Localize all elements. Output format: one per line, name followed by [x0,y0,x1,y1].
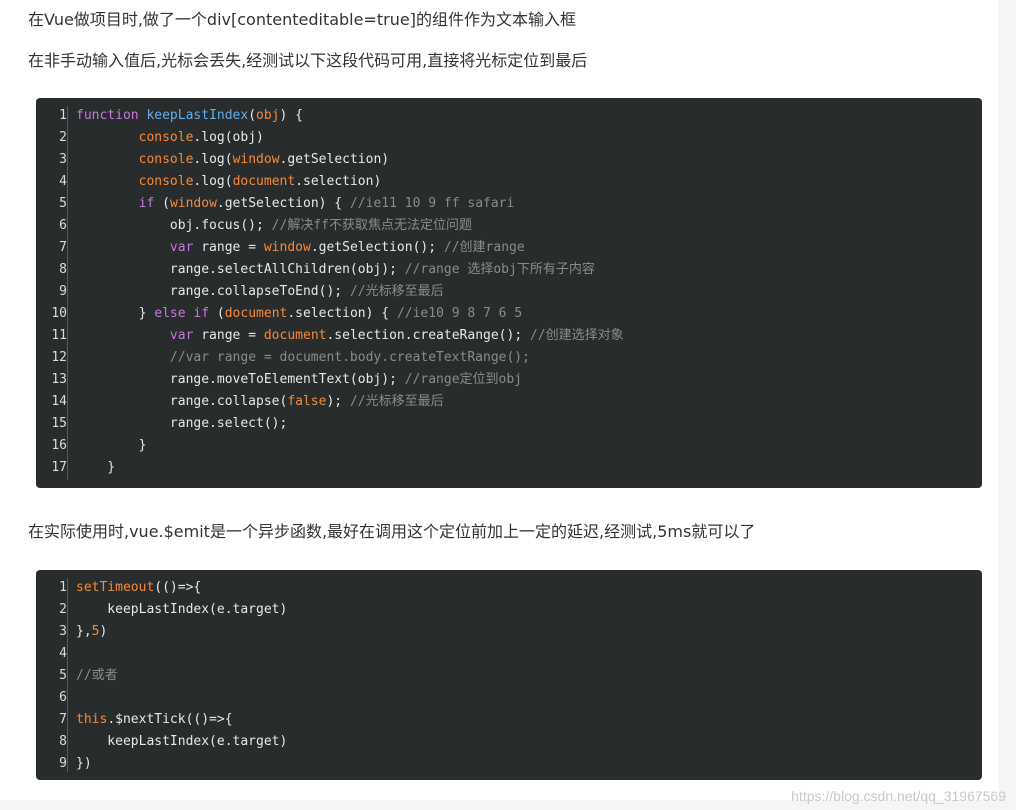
line-number: 11 [51,328,67,343]
code-line: 1 function keepLastIndex(obj) { [36,105,982,127]
line-number: 9 [59,756,67,771]
code-text: this.$nextTick(()=>{ [76,712,233,727]
code-text: //var range = document.body.createTextRa… [169,350,530,365]
line-number: 9 [59,284,67,299]
code-line: 7 var range = window.getSelection(); //创… [36,237,982,259]
line-number: 10 [51,306,67,321]
code-lines: 1 function keepLastIndex(obj) { 2 console.… [36,98,982,479]
line-number: 4 [59,646,67,661]
code-text: range.collapseToEnd(); //光标移至最后 [76,284,444,299]
code-block-keeplastindex[interactable]: 1 function keepLastIndex(obj) { 2 console.… [36,98,982,488]
code-text: console.log(obj) [138,130,264,145]
line-number: 7 [59,712,67,727]
code-line: 14 range.collapse(false); //光标移至最后 [36,391,982,413]
paragraph-cursor-issue: 在非手动输入值后,光标会丢失,经测试以下这段代码可用,直接将光标定位到最后 [28,51,588,70]
code-text: keepLastIndex(e.target) [76,602,288,617]
line-number: 2 [59,602,67,617]
code-line: 3 console.log(window.getSelection) [36,149,982,171]
code-text: range.collapse(false); //光标移至最后 [76,394,444,409]
line-number: 13 [51,372,67,387]
code-line: 1 setTimeout(()=>{ [36,577,982,599]
line-number: 17 [51,460,67,475]
code-line: 3 },5) [36,621,982,643]
line-number: 3 [59,152,67,167]
code-line: 5 if (window.getSelection) { //ie11 10 9… [36,193,982,215]
line-number: 1 [59,580,67,595]
code-text: }) [76,756,92,771]
code-text: obj.focus(); //解决ff不获取焦点无法定位问题 [76,218,472,233]
code-text: //或者 [76,668,118,683]
code-text: keepLastIndex(e.target) [76,734,288,749]
code-text: },5) [76,624,108,639]
code-line: 4 console.log(document.selection) [36,171,982,193]
code-lines: 1 setTimeout(()=>{ 2 keepLastIndex(e.targe… [36,570,982,775]
code-line: 8 range.selectAllChildren(obj); //range … [36,259,982,281]
code-line: 6 [36,687,982,709]
code-line: 5 //或者 [36,665,982,687]
line-number: 6 [59,690,67,705]
code-text: var range = document.selection.createRan… [169,328,624,343]
code-line: 17 } [36,457,982,479]
code-text: console.log(document.selection) [138,174,382,189]
paragraph-usage-note: 在实际使用时,vue.$emit是一个异步函数,最好在调用这个定位前加上一定的延… [28,522,756,541]
line-number: 4 [59,174,67,189]
line-number: 8 [59,262,67,277]
line-number: 15 [51,416,67,431]
code-line: 6 obj.focus(); //解决ff不获取焦点无法定位问题 [36,215,982,237]
line-number: 2 [59,130,67,145]
code-line: 8 keepLastIndex(e.target) [36,731,982,753]
code-text: if (window.getSelection) { //ie11 10 9 f… [138,196,515,211]
line-number: 8 [59,734,67,749]
line-number: 5 [59,196,67,211]
code-line: 2 keepLastIndex(e.target) [36,599,982,621]
code-text: } else if (document.selection) { //ie10 … [76,306,523,321]
line-number: 7 [59,240,67,255]
code-line: 11 var range = document.selection.create… [36,325,982,347]
code-line: 2 console.log(obj) [36,127,982,149]
line-number: 6 [59,218,67,233]
line-number: 1 [59,108,67,123]
code-line: 9 range.collapseToEnd(); //光标移至最后 [36,281,982,303]
code-text: } [76,438,147,453]
article-body: 在Vue做项目时,做了一个div[contenteditable=true]的组… [0,0,998,800]
code-line: 13 range.moveToElementText(obj); //range… [36,369,982,391]
line-number: 14 [51,394,67,409]
line-number: 3 [59,624,67,639]
code-text: } [76,460,116,475]
code-text: function keepLastIndex(obj) { [76,108,303,123]
watermark: https://blog.csdn.net/qq_31967569 [791,788,1006,804]
code-text: console.log(window.getSelection) [138,152,390,167]
code-text: setTimeout(()=>{ [76,580,202,595]
line-number: 12 [51,350,67,365]
code-block-usage[interactable]: 1 setTimeout(()=>{ 2 keepLastIndex(e.targe… [36,570,982,780]
code-line: 7 this.$nextTick(()=>{ [36,709,982,731]
line-number: 5 [59,668,67,683]
code-line: 9}) [36,753,982,775]
code-line: 4 [36,643,982,665]
line-number: 16 [51,438,67,453]
code-text: range.selectAllChildren(obj); //range 选择… [76,262,595,277]
code-text: range.select(); [76,416,288,431]
code-line: 12 //var range = document.body.createTex… [36,347,982,369]
code-line: 15 range.select(); [36,413,982,435]
code-text: range.moveToElementText(obj); //range定位到… [76,372,523,387]
paragraph-intro: 在Vue做项目时,做了一个div[contenteditable=true]的组… [28,10,576,29]
code-line: 16 } [36,435,982,457]
code-line: 10 } else if (document.selection) { //ie… [36,303,982,325]
code-text: var range = window.getSelection(); //创建r… [169,240,525,255]
